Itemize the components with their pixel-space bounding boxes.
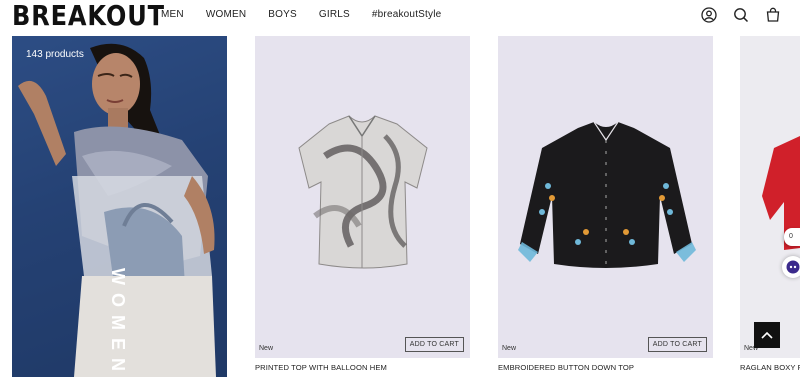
product-title[interactable]: PRINTED TOP WITH BALLOON HEM xyxy=(255,363,470,372)
main-nav: MEN WOMEN BOYS GIRLS #breakoutStyle xyxy=(161,0,463,30)
side-tab[interactable]: 0 xyxy=(784,228,800,246)
nav-boys[interactable]: BOYS xyxy=(268,0,297,30)
embroidered-top-illustration xyxy=(518,121,696,268)
raglan-top-illustration xyxy=(762,136,800,250)
cart-icon[interactable] xyxy=(764,6,782,24)
header-actions xyxy=(700,6,782,24)
chevron-up-icon xyxy=(761,331,773,339)
nav-breakout-style[interactable]: #breakoutStyle xyxy=(372,0,442,30)
add-to-cart-button[interactable]: ADD TO CART xyxy=(647,337,707,352)
scroll-to-top-button[interactable] xyxy=(754,322,780,348)
product-count: 143 products xyxy=(26,49,84,60)
collection-label: WOMEN xyxy=(108,268,128,377)
chat-widget[interactable] xyxy=(782,256,800,278)
site-header: BREAKOUT MEN WOMEN BOYS GIRLS #breakoutS… xyxy=(0,0,800,32)
account-icon[interactable] xyxy=(700,6,718,24)
women-collection-banner[interactable]: 143 products WOMEN xyxy=(12,36,227,377)
add-to-cart-button[interactable]: ADD TO CART xyxy=(404,337,464,352)
product-title[interactable]: EMBROIDERED BUTTON DOWN TOP xyxy=(498,363,713,372)
nav-women[interactable]: WOMEN xyxy=(206,0,246,30)
product-card[interactable]: New ADD TO CART EMBROIDERED BUTTON DOWN … xyxy=(498,36,713,372)
product-image[interactable]: New ADD TO CART xyxy=(498,36,713,358)
chat-icon xyxy=(786,260,800,274)
search-icon[interactable] xyxy=(732,6,750,24)
nav-girls[interactable]: GIRLS xyxy=(319,0,350,30)
new-badge: New xyxy=(502,345,517,352)
product-image[interactable]: New ADD TO CART xyxy=(255,36,470,358)
product-title[interactable]: RAGLAN BOXY F xyxy=(740,363,800,372)
product-card[interactable]: New ADD TO CART PRINTED TOP WITH BALLOON… xyxy=(255,36,470,372)
nav-men[interactable]: MEN xyxy=(161,0,184,30)
product-image[interactable]: New xyxy=(740,36,800,358)
brand-logo[interactable]: BREAKOUT xyxy=(12,0,165,32)
printed-top-illustration xyxy=(298,115,428,269)
new-badge: New xyxy=(259,345,274,352)
